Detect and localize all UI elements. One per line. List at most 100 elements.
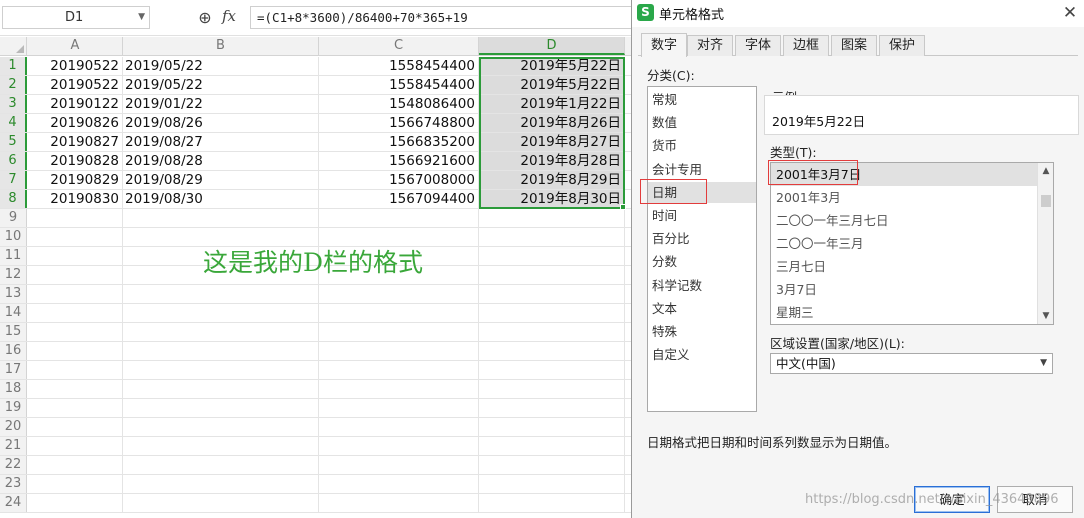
cell-a[interactable] (28, 266, 123, 284)
category-item[interactable]: 数值 (648, 112, 756, 133)
cell-a[interactable] (28, 380, 123, 398)
cell-a[interactable] (28, 342, 123, 360)
row-header[interactable]: 8 (0, 190, 27, 208)
cell-b[interactable] (123, 437, 319, 455)
row-header[interactable]: 17 (0, 361, 27, 379)
tab-border[interactable]: 边框 (783, 35, 829, 56)
tab-number[interactable]: 数字 (641, 33, 687, 57)
type-list-scrollbar[interactable]: ▲ ▼ (1037, 163, 1053, 324)
cell-d[interactable] (479, 266, 625, 284)
cell-c[interactable] (319, 437, 479, 455)
row-header[interactable]: 24 (0, 494, 27, 512)
row-header[interactable]: 16 (0, 342, 27, 360)
category-item[interactable]: 分数 (648, 251, 756, 272)
tab-alignment[interactable]: 对齐 (687, 35, 733, 56)
row-header[interactable]: 18 (0, 380, 27, 398)
cell-d[interactable] (479, 361, 625, 379)
cell-a[interactable]: 20190830 (28, 190, 123, 208)
type-item[interactable]: 二〇〇一年三月七日 (771, 209, 1037, 232)
cell-b[interactable] (123, 380, 319, 398)
cell-c[interactable]: 1558454400 (319, 57, 479, 75)
cell-a[interactable] (28, 209, 123, 227)
tab-font[interactable]: 字体 (735, 35, 781, 56)
cell-b[interactable]: 2019/08/28 (123, 152, 319, 170)
category-list[interactable]: 常规 数值 货币 会计专用 日期 时间 百分比 分数 科学记数 文本 特殊 自定义 (647, 86, 757, 412)
dialog-titlebar[interactable]: S 单元格格式 ✕ (632, 0, 1084, 27)
cell-b[interactable] (123, 361, 319, 379)
cell-d[interactable] (479, 418, 625, 436)
cell-a[interactable] (28, 285, 123, 303)
type-item[interactable]: 2001年3月7日 (771, 163, 1037, 186)
row-header[interactable]: 19 (0, 399, 27, 417)
cell-a[interactable]: 20190827 (28, 133, 123, 151)
cell-d[interactable] (479, 304, 625, 322)
column-header-b[interactable]: B (123, 37, 319, 55)
tab-pattern[interactable]: 图案 (831, 35, 877, 56)
category-item[interactable]: 货币 (648, 135, 756, 156)
cell-b[interactable] (123, 418, 319, 436)
row-header[interactable]: 20 (0, 418, 27, 436)
cell-a[interactable] (28, 456, 123, 474)
cell-c[interactable]: 1567008000 (319, 171, 479, 189)
row-header[interactable]: 6 (0, 152, 27, 170)
cell-d[interactable] (479, 342, 625, 360)
cell-d[interactable] (479, 494, 625, 512)
cell-c[interactable] (319, 418, 479, 436)
column-header-c[interactable]: C (319, 37, 479, 55)
formula-input[interactable]: =(C1+8*3600)/86400+70*365+19 (250, 6, 632, 29)
cell-b[interactable] (123, 399, 319, 417)
cell-c[interactable] (319, 323, 479, 341)
cell-d[interactable] (479, 228, 625, 246)
cell-c[interactable] (319, 285, 479, 303)
cell-a[interactable] (28, 247, 123, 265)
cell-c[interactable]: 1548086400 (319, 95, 479, 113)
cell-d[interactable] (479, 285, 625, 303)
cell-b[interactable] (123, 456, 319, 474)
cell-c[interactable] (319, 304, 479, 322)
name-box[interactable]: D1 ▼ (2, 6, 150, 29)
cell-c[interactable] (319, 399, 479, 417)
row-header[interactable]: 14 (0, 304, 27, 322)
row-header[interactable]: 1 (0, 57, 27, 75)
cell-c[interactable] (319, 342, 479, 360)
cell-c[interactable]: 1567094400 (319, 190, 479, 208)
cell-b[interactable] (123, 304, 319, 322)
ok-button[interactable]: 确定 (914, 486, 990, 513)
cell-d[interactable] (479, 323, 625, 341)
cell-b[interactable]: 2019/01/22 (123, 95, 319, 113)
cell-d[interactable]: 2019年8月29日 (479, 171, 625, 189)
cell-b[interactable] (123, 494, 319, 512)
cell-d[interactable] (479, 209, 625, 227)
close-icon[interactable]: ✕ (1058, 1, 1082, 25)
cell-c[interactable]: 1558454400 (319, 76, 479, 94)
row-header[interactable]: 2 (0, 76, 27, 94)
row-header[interactable]: 21 (0, 437, 27, 455)
column-header-d[interactable]: D (479, 37, 625, 55)
cell-c[interactable] (319, 475, 479, 493)
category-item[interactable]: 会计专用 (648, 159, 756, 180)
cell-d[interactable]: 2019年5月22日 (479, 76, 625, 94)
cell-a[interactable] (28, 418, 123, 436)
locale-select[interactable]: 中文(中国) ▼ (770, 353, 1053, 374)
cell-d[interactable]: 2019年5月22日 (479, 57, 625, 75)
cell-a[interactable]: 20190829 (28, 171, 123, 189)
cell-b[interactable] (123, 475, 319, 493)
cell-a[interactable]: 20190522 (28, 57, 123, 75)
cell-a[interactable] (28, 399, 123, 417)
cell-b[interactable]: 2019/08/30 (123, 190, 319, 208)
zoom-icon[interactable]: ⊕ (195, 8, 215, 28)
row-header[interactable]: 13 (0, 285, 27, 303)
select-all-corner[interactable] (0, 37, 27, 55)
row-header[interactable]: 22 (0, 456, 27, 474)
fx-icon[interactable]: fx (222, 7, 236, 25)
cell-b[interactable]: 2019/05/22 (123, 57, 319, 75)
cell-d[interactable] (479, 456, 625, 474)
row-header[interactable]: 5 (0, 133, 27, 151)
fill-handle[interactable] (620, 204, 626, 210)
cell-c[interactable] (319, 456, 479, 474)
cell-b[interactable]: 2019/05/22 (123, 76, 319, 94)
category-item[interactable]: 文本 (648, 298, 756, 319)
cell-a[interactable]: 20190826 (28, 114, 123, 132)
cell-b[interactable] (123, 342, 319, 360)
cell-d[interactable]: 2019年8月28日 (479, 152, 625, 170)
